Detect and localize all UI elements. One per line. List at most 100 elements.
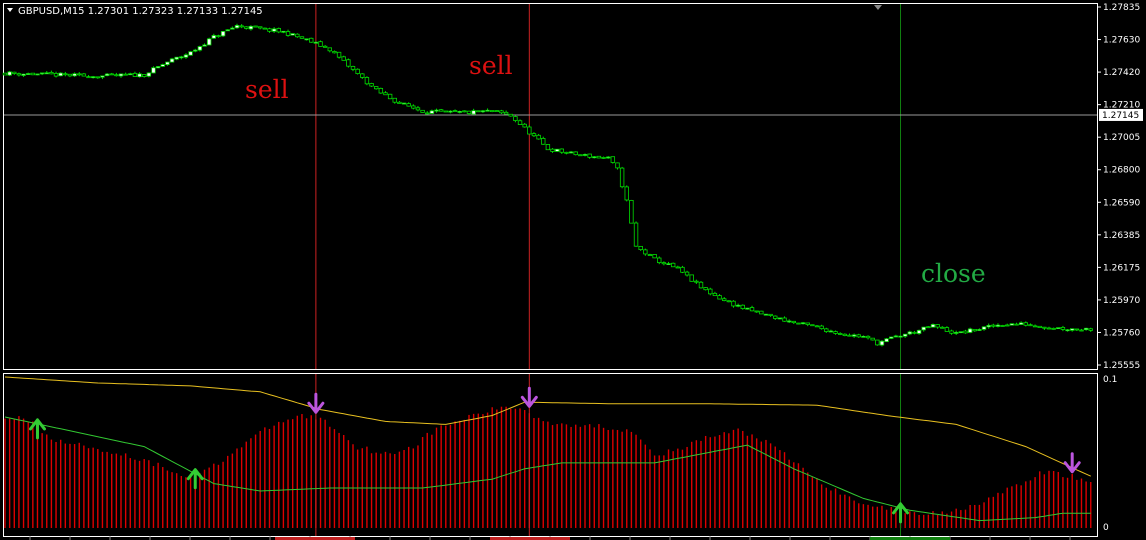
candle-body-bull — [169, 58, 175, 63]
candle-body-bull — [902, 333, 908, 337]
candle-body-bull — [429, 110, 435, 114]
candle-body-bull — [21, 73, 26, 76]
candle-body-bear — [299, 36, 305, 39]
candle-body-bear — [550, 148, 555, 152]
candle-body-bull — [1018, 322, 1024, 325]
candle-body-bear — [601, 157, 606, 159]
candle-body-bear — [239, 25, 244, 28]
candle-body-bull — [160, 64, 165, 67]
candle-body-bull — [25, 73, 31, 75]
candle-body-bear — [1014, 323, 1019, 326]
candle-body-bear — [438, 109, 444, 112]
candle-body-bear — [318, 41, 323, 47]
candle-body-bull — [248, 25, 254, 30]
candle-body-bear — [253, 25, 258, 28]
candle-body-bull — [202, 44, 207, 47]
candle-body-bear — [369, 83, 374, 87]
candle-body-bear — [1088, 328, 1093, 331]
candle-body-bear — [791, 320, 796, 324]
price-tick-label: 1.27420 — [1103, 68, 1140, 78]
price-tick-label: 1.26175 — [1103, 263, 1140, 273]
candle-body-bull — [206, 38, 212, 46]
price-tick-label: 1.25970 — [1103, 296, 1140, 306]
candle-body-bull — [745, 307, 750, 310]
candle-body-bear — [1023, 322, 1028, 326]
trading-chart[interactable]: GBPUSD,M15 1.27301 1.27323 1.27133 1.271… — [0, 0, 1146, 540]
candle-body-bull — [879, 340, 885, 346]
candle-body-bear — [95, 76, 100, 79]
candle-body-bear — [1000, 325, 1005, 327]
candle-body-bear — [67, 73, 73, 77]
candle-body-bear — [842, 333, 848, 336]
candle-body-bear — [661, 262, 667, 265]
candle-body-bear — [643, 249, 648, 255]
candle-body-bear — [578, 154, 583, 157]
candle-body-bear — [865, 335, 871, 339]
candle-body-bear — [489, 110, 495, 112]
candle-body-bear — [833, 331, 838, 334]
candle-body-bear — [838, 333, 843, 335]
candle-body-bear — [81, 73, 87, 77]
candle-body-bull — [606, 156, 611, 159]
candle-body-bull — [930, 324, 936, 328]
candle-body-bear — [350, 66, 356, 70]
candle-body-bear — [63, 73, 68, 76]
price-tick-label: 1.27835 — [1103, 3, 1140, 13]
candle-body-bull — [977, 329, 982, 331]
candle-body-bear — [49, 71, 54, 75]
candle-body-bull — [1070, 328, 1075, 331]
candle-body-bull — [851, 334, 857, 337]
candle-body-bear — [276, 28, 281, 33]
candle-body-bear — [940, 326, 945, 329]
candle-body-bear — [109, 73, 114, 76]
candle-body-bear — [336, 51, 342, 58]
candle-body-bear — [411, 105, 416, 109]
candle-body-bull — [448, 110, 453, 113]
candle-body-bull — [137, 73, 142, 78]
candle-body-bull — [225, 29, 230, 32]
candle-body-bear — [86, 76, 91, 79]
price-tick-label: 1.27630 — [1103, 36, 1140, 46]
candle-body-bear — [452, 110, 458, 112]
candle-body-bear — [1046, 327, 1052, 330]
candle-body-bull — [954, 332, 959, 334]
candle-body-bear — [991, 324, 996, 327]
candle-body-bear — [541, 138, 546, 145]
candle-body-bear — [847, 334, 852, 337]
candle-body-bear — [522, 123, 527, 128]
current-price-label: 1.27145 — [1102, 111, 1139, 121]
candle-body-bull — [44, 72, 49, 75]
candle-body-bull — [735, 304, 741, 307]
candle-body-bull — [861, 335, 866, 338]
candle-body-bear — [796, 322, 801, 325]
candle-body-bull — [471, 110, 476, 115]
candle-body-bear — [814, 325, 820, 328]
candle-body-bull — [188, 51, 193, 56]
sell-annotation: sell — [245, 75, 289, 104]
candle-body-bull — [72, 73, 77, 77]
price-tick-label: 1.26800 — [1103, 166, 1140, 176]
candle-body-bear — [517, 120, 523, 125]
candle-body-bear — [740, 304, 745, 309]
candle-body-bear — [285, 31, 291, 36]
candle-body-bear — [870, 337, 875, 341]
candle-body-bull — [981, 326, 987, 330]
candle-body-bear — [698, 281, 704, 289]
candle-body-bear — [926, 326, 931, 329]
candle-body-bear — [346, 59, 351, 67]
candle-body-bull — [165, 61, 170, 65]
candle-body-bear — [257, 26, 263, 29]
candle-body-bear — [689, 274, 694, 282]
candle-body-bull — [155, 66, 161, 69]
candle-body-bull — [281, 30, 286, 33]
candle-body-bear — [1051, 327, 1056, 330]
candle-body-bear — [619, 167, 625, 188]
candle-body-bull — [800, 322, 806, 325]
candle-body-bear — [216, 35, 221, 38]
candle-body-bear — [244, 26, 249, 29]
candle-body-bear — [425, 112, 430, 115]
candle-body-bull — [146, 72, 152, 77]
candle-body-bull — [304, 38, 309, 41]
candle-body-bear — [573, 151, 578, 156]
candle-body-bull — [884, 338, 889, 343]
